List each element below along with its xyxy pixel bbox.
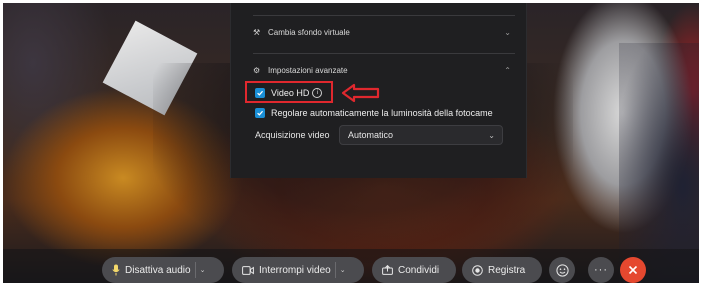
share-label: Condividi (398, 264, 440, 276)
record-button[interactable]: Registra (462, 257, 542, 283)
share-icon (382, 265, 393, 275)
chevron-down-icon: ⌄ (488, 130, 495, 140)
section-virtual-background[interactable]: ⚒ Cambia sfondo virtuale ⌄ (253, 21, 515, 43)
video-capture-value: Automatico (348, 130, 394, 140)
section-advanced-settings[interactable]: ⚙ Impostazioni avanzate ⌃ (253, 59, 515, 81)
magic-wand-icon: ⚒ (253, 27, 261, 37)
video-capture-label: Acquisizione video (255, 130, 330, 140)
mute-audio-label: Disattiva audio (125, 264, 191, 276)
reactions-button[interactable] (549, 257, 575, 283)
section-advanced-settings-label: Impostazioni avanzate (268, 65, 348, 75)
emoji-icon (555, 263, 569, 277)
chevron-down-icon[interactable]: ⌄ (200, 266, 206, 274)
more-options-button[interactable]: ··· (588, 257, 614, 283)
auto-brightness-label: Regolare automaticamente la luminosità d… (271, 108, 493, 118)
section-virtual-background-label: Cambia sfondo virtuale (268, 27, 350, 37)
microphone-icon (112, 264, 120, 276)
record-label: Registra (488, 264, 526, 276)
record-icon (472, 264, 483, 276)
mute-audio-button[interactable]: Disattiva audio ⌄ (102, 257, 224, 283)
auto-brightness-checkbox[interactable] (255, 108, 265, 118)
background-person (619, 43, 699, 283)
divider (253, 53, 515, 54)
divider (253, 15, 515, 16)
chevron-down-icon: ⌄ (504, 27, 511, 37)
gear-icon: ⚙ (253, 65, 261, 75)
video-camera-icon (242, 265, 254, 275)
leave-meeting-button[interactable] (620, 257, 646, 283)
close-icon (628, 265, 638, 275)
share-button[interactable]: Condividi (372, 257, 456, 283)
stop-video-label: Interrompi video (259, 264, 331, 276)
meeting-window: ⚒ Cambia sfondo virtuale ⌄ ⚙ Impostazion… (3, 3, 699, 283)
stop-video-button[interactable]: Interrompi video ⌄ (232, 257, 364, 283)
annotation-arrow (341, 83, 380, 103)
chevron-down-icon[interactable]: ⌄ (340, 266, 346, 274)
video-capture-select[interactable]: Automatico ⌄ (339, 125, 503, 145)
more-icon: ··· (594, 264, 608, 276)
auto-brightness-option[interactable]: Regolare automaticamente la luminosità d… (255, 106, 493, 120)
highlight-box (245, 81, 333, 103)
chevron-up-icon: ⌃ (504, 65, 511, 75)
